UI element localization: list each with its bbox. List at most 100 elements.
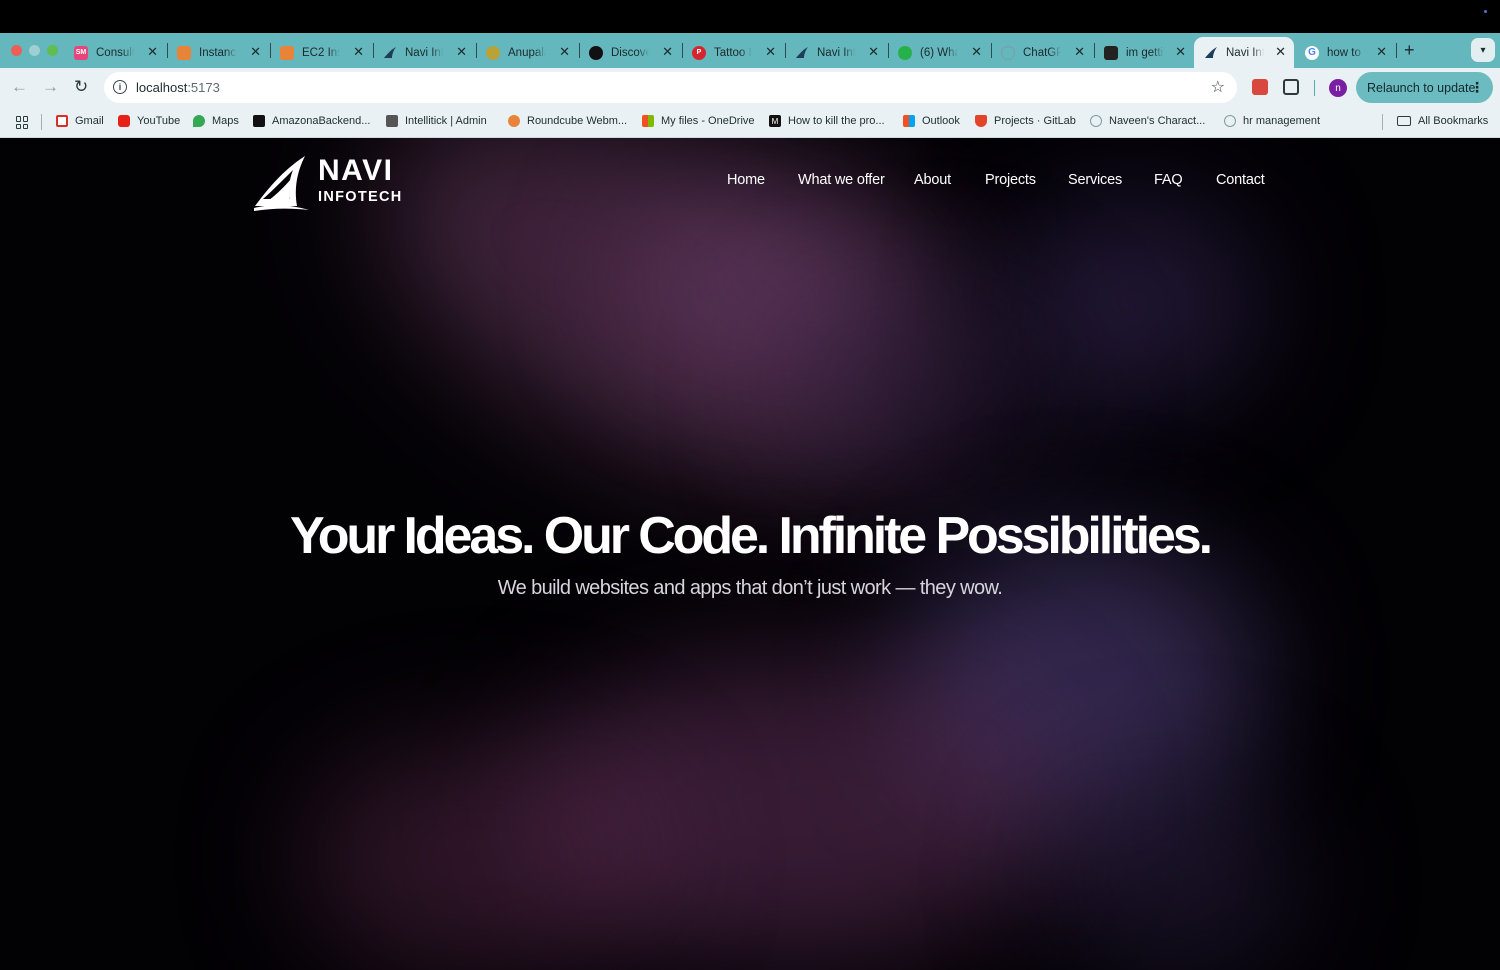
- bookmark-gitlab[interactable]: Projects · GitLab: [975, 115, 1076, 127]
- site-info-icon[interactable]: i: [113, 80, 127, 94]
- bookmark-label: My files - OneDrive: [661, 115, 755, 127]
- tab-title: Navi Info: [1226, 46, 1264, 59]
- minimize-window-button[interactable]: [29, 45, 40, 56]
- close-tab-icon[interactable]: ✕: [971, 45, 982, 59]
- all-bookmarks-button[interactable]: All Bookmarks: [1397, 115, 1488, 127]
- zoom-window-button[interactable]: [47, 45, 58, 56]
- close-tab-icon[interactable]: ✕: [250, 45, 261, 59]
- nav-services[interactable]: Services: [1068, 172, 1122, 188]
- whatsapp-icon: [898, 45, 912, 60]
- all-bookmarks-label: All Bookmarks: [1418, 115, 1489, 127]
- browser-tab[interactable]: EC2 Inst ✕: [270, 37, 372, 68]
- close-tab-icon[interactable]: ✕: [147, 45, 158, 59]
- back-arrow-icon[interactable]: ←: [11, 77, 28, 97]
- bookmark-outlook[interactable]: Outlook: [903, 115, 960, 127]
- nav-faq[interactable]: FAQ: [1154, 172, 1183, 188]
- nav-about[interactable]: About: [914, 172, 951, 188]
- close-tab-icon[interactable]: ✕: [868, 45, 879, 59]
- hero-title: Your Ideas. Our Code. Infinite Possibili…: [290, 507, 1213, 565]
- folder-icon: [1397, 116, 1411, 126]
- bookmark-hr-management[interactable]: hr management: [1224, 115, 1320, 127]
- nav-what-we-offer[interactable]: What we offer: [798, 172, 885, 188]
- bookmark-maps[interactable]: Maps: [193, 115, 239, 127]
- bookmark-youtube[interactable]: YouTube: [118, 115, 180, 127]
- background-glow: [780, 288, 1060, 488]
- browser-tab-active[interactable]: Navi Info ✕: [1194, 37, 1294, 68]
- status-dot: [1484, 10, 1487, 13]
- close-window-button[interactable]: [11, 45, 22, 56]
- relaunch-button[interactable]: Relaunch to update ⋮: [1356, 72, 1493, 103]
- close-tab-icon[interactable]: ✕: [662, 45, 673, 59]
- intellitick-icon: [386, 115, 398, 127]
- bookmark-label: YouTube: [137, 115, 181, 127]
- nav-contact[interactable]: Contact: [1216, 172, 1265, 188]
- system-top-strip: [0, 0, 1500, 33]
- google-icon: G: [1305, 45, 1319, 60]
- reload-icon[interactable]: ↻: [74, 77, 88, 97]
- bookmark-medium[interactable]: M How to kill the pro...: [769, 115, 885, 127]
- new-tab-button[interactable]: +: [1404, 41, 1415, 59]
- bookmark-label: Outlook: [922, 115, 960, 127]
- extension-icon[interactable]: [1252, 79, 1268, 95]
- bookmark-label: Naveen's Charact...: [1109, 115, 1206, 127]
- instance-icon: [177, 45, 191, 60]
- browser-tab[interactable]: Instance ✕: [167, 37, 269, 68]
- more-menu-icon[interactable]: ⋮: [1470, 78, 1484, 96]
- browser-tab[interactable]: P Tattoo Id ✕: [682, 37, 784, 68]
- youtube-icon: [118, 115, 130, 127]
- bookmark-label: How to kill the pro...: [788, 115, 885, 127]
- close-tab-icon[interactable]: ✕: [1376, 45, 1387, 59]
- browser-tab[interactable]: Navi Info ✕: [373, 37, 475, 68]
- browser-tab[interactable]: ChatGP ✕: [991, 37, 1093, 68]
- close-tab-icon[interactable]: ✕: [1074, 45, 1085, 59]
- tab-title: ChatGP: [1023, 46, 1061, 59]
- address-bar[interactable]: i localhost:5173 ☆: [104, 72, 1237, 103]
- url-text[interactable]: localhost:5173: [136, 80, 220, 95]
- browser-tab[interactable]: (6) Wha ✕: [888, 37, 990, 68]
- bookmark-naveens-character[interactable]: Naveen's Charact...: [1090, 115, 1205, 127]
- close-tab-icon[interactable]: ✕: [1175, 45, 1186, 59]
- bookmark-star-icon[interactable]: ☆: [1211, 77, 1225, 97]
- close-tab-icon[interactable]: ✕: [559, 45, 570, 59]
- close-tab-icon[interactable]: ✕: [456, 45, 467, 59]
- tab-title: Consult: [96, 46, 134, 59]
- forward-arrow-icon[interactable]: →: [42, 77, 59, 97]
- navi-logo-icon: [384, 46, 396, 58]
- hero-subtitle: We build websites and apps that don’t ju…: [497, 577, 1003, 599]
- nav-projects[interactable]: Projects: [985, 172, 1036, 188]
- bookmark-gmail[interactable]: Gmail: [56, 115, 104, 127]
- close-tab-icon[interactable]: ✕: [765, 45, 776, 59]
- tab-title: Instance: [199, 46, 237, 59]
- tab-title: Anupala: [508, 46, 546, 59]
- relaunch-label: Relaunch to update: [1367, 80, 1476, 95]
- apps-grid-icon[interactable]: [16, 116, 29, 129]
- close-tab-icon[interactable]: ✕: [1275, 45, 1286, 59]
- microsoft-icon: [903, 115, 915, 127]
- tab-search-button[interactable]: ▾: [1471, 38, 1495, 62]
- microsoft-icon: [642, 115, 654, 127]
- bookmark-icon: [253, 115, 265, 127]
- bookmark-intellitick[interactable]: Intellitick | Admin: [386, 115, 487, 127]
- tab-title: Navi Info: [817, 46, 855, 59]
- browser-tab[interactable]: Anupala ✕: [476, 37, 578, 68]
- tab-divider: [1396, 43, 1397, 58]
- browser-tab[interactable]: G how to t ✕: [1295, 37, 1395, 68]
- tab-title: EC2 Inst: [302, 46, 340, 59]
- browser-tab[interactable]: Discove ✕: [579, 37, 681, 68]
- bookmark-label: AmazonaBackend...: [272, 115, 371, 127]
- gmail-icon: [56, 115, 68, 127]
- browser-tab[interactable]: Navi Info ✕: [785, 37, 887, 68]
- nav-home[interactable]: Home: [727, 172, 765, 188]
- close-tab-icon[interactable]: ✕: [353, 45, 364, 59]
- bookmark-roundcube[interactable]: Roundcube Webm...: [508, 115, 627, 127]
- browser-tab[interactable]: im getti ✕: [1094, 37, 1194, 68]
- extensions-puzzle-icon[interactable]: [1283, 79, 1299, 95]
- bookmark-amazona-backend[interactable]: AmazonaBackend...: [253, 115, 370, 127]
- profile-avatar[interactable]: n: [1329, 79, 1347, 97]
- github-icon: [589, 45, 603, 60]
- roundcube-icon: [508, 115, 520, 127]
- bookmark-onedrive[interactable]: My files - OneDrive: [642, 115, 755, 127]
- navi-logo-icon: [796, 46, 808, 58]
- browser-tab[interactable]: SM Consult ✕: [64, 37, 166, 68]
- bookmark-label: Intellitick | Admin: [405, 115, 487, 127]
